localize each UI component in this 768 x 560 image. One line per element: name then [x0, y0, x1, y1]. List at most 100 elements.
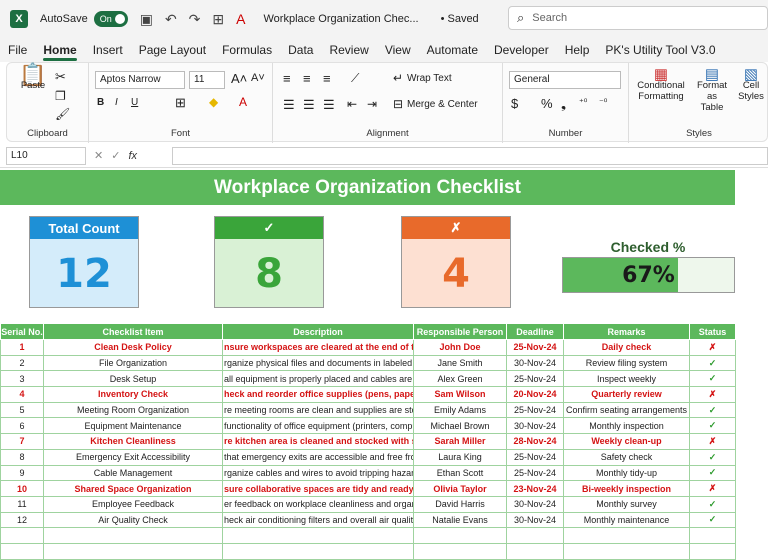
decrease-indent-icon[interactable]: ⇤: [347, 97, 357, 111]
paste-button[interactable]: 📋 Paste: [15, 64, 51, 92]
cell-serial[interactable]: 9: [0, 464, 44, 482]
align-top-icon[interactable]: ≡: [283, 71, 291, 86]
cell-description[interactable]: re kitchen area is cleaned and stocked w…: [222, 433, 414, 450]
align-middle-icon[interactable]: ≡: [303, 71, 311, 86]
cell-person[interactable]: Laura King: [413, 448, 507, 466]
empty-cell[interactable]: [413, 542, 507, 560]
autosave-toggle[interactable]: On: [93, 11, 128, 27]
cell-item[interactable]: Clean Desk Policy: [43, 339, 223, 356]
comma-icon[interactable]: ❟: [561, 96, 566, 112]
cell-remarks[interactable]: Monthly survey: [563, 495, 690, 513]
cell-deadline[interactable]: 30-Nov-24: [506, 511, 564, 529]
format-as-table-button[interactable]: ▤ Format as Table: [691, 67, 733, 113]
cell-item[interactable]: Meeting Room Organization: [43, 401, 223, 419]
align-center-icon[interactable]: ☰: [303, 97, 315, 113]
percent-icon[interactable]: %: [541, 96, 553, 111]
cell-deadline[interactable]: 30-Nov-24: [506, 354, 564, 372]
insert-function-button[interactable]: fx: [128, 150, 137, 162]
search-box[interactable]: ⌕ Search: [508, 6, 768, 30]
redo-icon[interactable]: ↷: [189, 11, 201, 28]
cell-person[interactable]: Sarah Miller: [413, 433, 507, 450]
tab-developer[interactable]: Developer: [486, 38, 557, 62]
orientation-icon[interactable]: ⟋: [351, 71, 359, 86]
cell-item[interactable]: File Organization: [43, 354, 223, 372]
cut-icon[interactable]: ✂: [55, 69, 66, 85]
name-box[interactable]: L10: [6, 146, 86, 165]
cell-item[interactable]: Employee Feedback: [43, 495, 223, 513]
bold-icon[interactable]: B: [97, 97, 104, 108]
save-icon[interactable]: ▣: [140, 11, 153, 28]
italic-icon[interactable]: I: [115, 97, 118, 108]
empty-cell[interactable]: [563, 542, 690, 560]
cell-person[interactable]: Olivia Taylor: [413, 480, 507, 497]
tab-page-layout[interactable]: Page Layout: [131, 38, 214, 62]
cell-person[interactable]: Sam Wilson: [413, 386, 507, 403]
cell-deadline[interactable]: 25-Nov-24: [506, 464, 564, 482]
empty-cell[interactable]: [222, 527, 414, 544]
empty-cell[interactable]: [43, 542, 223, 560]
tab-automate[interactable]: Automate: [419, 38, 486, 62]
cell-person[interactable]: Emily Adams: [413, 401, 507, 419]
cell-description[interactable]: er feedback on workplace cleanliness and…: [222, 495, 414, 513]
cell-person[interactable]: David Harris: [413, 495, 507, 513]
cell-status[interactable]: ✗: [689, 339, 736, 356]
cell-item[interactable]: Kitchen Cleanliness: [43, 433, 223, 450]
cell-description[interactable]: heck and reorder office supplies (pens, …: [222, 386, 414, 403]
cell-serial[interactable]: 5: [0, 401, 44, 419]
increase-decimal-icon[interactable]: ⁺⁰: [579, 97, 587, 108]
copy-icon[interactable]: ❐: [55, 89, 66, 103]
cell-status[interactable]: ✓: [689, 354, 736, 372]
tab-home[interactable]: Home: [35, 38, 84, 62]
cell-description[interactable]: heck air conditioning filters and overal…: [222, 511, 414, 529]
cell-status[interactable]: ✓: [689, 511, 736, 529]
cell-serial[interactable]: 4: [0, 386, 44, 403]
decrease-font-icon[interactable]: A˅: [251, 72, 265, 84]
cell-serial[interactable]: 11: [0, 495, 44, 513]
wrap-text-icon[interactable]: ↵: [393, 71, 403, 85]
borders-icon[interactable]: ⊞: [212, 11, 224, 28]
cell-status[interactable]: ✓: [689, 464, 736, 482]
cell-status[interactable]: ✓: [689, 495, 736, 513]
header-description[interactable]: Description: [222, 323, 414, 340]
header-serial[interactable]: Serial No.: [0, 323, 44, 340]
underline-icon[interactable]: U: [131, 97, 138, 108]
cell-status[interactable]: ✓: [689, 448, 736, 466]
cell-person[interactable]: Jane Smith: [413, 354, 507, 372]
cell-deadline[interactable]: 28-Nov-24: [506, 433, 564, 450]
text-color-icon[interactable]: A: [239, 95, 247, 109]
decrease-decimal-icon[interactable]: ⁻⁰: [599, 97, 607, 108]
tab-formulas[interactable]: Formulas: [214, 38, 280, 62]
undo-icon[interactable]: ↶: [165, 11, 177, 28]
document-title[interactable]: Workplace Organization Chec...: [263, 13, 418, 25]
cell-serial[interactable]: 3: [0, 370, 44, 388]
cell-serial[interactable]: 8: [0, 448, 44, 466]
font-color-icon[interactable]: A: [236, 11, 245, 27]
cell-description[interactable]: rganize physical files and documents in …: [222, 354, 414, 372]
empty-cell[interactable]: [0, 542, 44, 560]
empty-cell[interactable]: [689, 542, 736, 560]
empty-cell[interactable]: [413, 527, 507, 544]
cell-remarks[interactable]: Weekly clean-up: [563, 433, 690, 450]
cell-item[interactable]: Emergency Exit Accessibility: [43, 448, 223, 466]
cell-deadline[interactable]: 25-Nov-24: [506, 448, 564, 466]
empty-cell[interactable]: [563, 527, 690, 544]
fill-color-icon[interactable]: ◆: [209, 95, 218, 109]
cell-deadline[interactable]: 23-Nov-24: [506, 480, 564, 497]
tab-review[interactable]: Review: [321, 38, 376, 62]
cell-status[interactable]: ✓: [689, 417, 736, 435]
formula-input[interactable]: [172, 147, 768, 165]
cell-remarks[interactable]: Bi-weekly inspection: [563, 480, 690, 497]
empty-cell[interactable]: [222, 542, 414, 560]
empty-cell[interactable]: [43, 527, 223, 544]
cell-status[interactable]: ✗: [689, 386, 736, 403]
merge-center-icon[interactable]: ⊟: [393, 97, 403, 111]
align-left-icon[interactable]: ☰: [283, 97, 295, 113]
cell-serial[interactable]: 2: [0, 354, 44, 372]
cell-remarks[interactable]: Monthly tidy-up: [563, 464, 690, 482]
number-format-dropdown[interactable]: General: [509, 71, 621, 89]
cell-person[interactable]: Michael Brown: [413, 417, 507, 435]
font-name-dropdown[interactable]: Aptos Narrow: [95, 71, 185, 89]
cell-description[interactable]: nsure workspaces are cleared at the end …: [222, 339, 414, 356]
cell-person[interactable]: John Doe: [413, 339, 507, 356]
enter-icon[interactable]: ✓: [111, 149, 120, 162]
